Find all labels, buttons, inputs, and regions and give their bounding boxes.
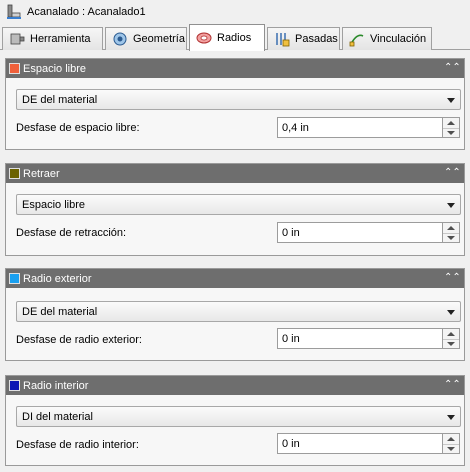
tab-label: Radios bbox=[217, 32, 252, 44]
radio-interior-offset-input[interactable]: 0 in bbox=[277, 433, 443, 454]
retraccion-offset-input[interactable]: 0 in bbox=[277, 222, 443, 243]
select-value: DE del material bbox=[22, 93, 98, 106]
spin-down-icon[interactable] bbox=[443, 233, 459, 243]
tab-label: Pasadas bbox=[295, 33, 338, 45]
panel-header[interactable]: Radio interior ⌃⌃ bbox=[6, 376, 464, 395]
panel-header[interactable]: Radio exterior ⌃⌃ bbox=[6, 269, 464, 288]
panel-radio-exterior: Radio exterior ⌃⌃ DE del material Desfas… bbox=[5, 268, 465, 361]
chevron-down-icon bbox=[447, 310, 455, 315]
espacio-libre-spinner[interactable] bbox=[443, 117, 460, 138]
tab-label: Geometría bbox=[133, 33, 185, 45]
panel-radio-interior: Radio interior ⌃⌃ DI del material Desfas… bbox=[5, 375, 465, 466]
geometry-icon bbox=[112, 31, 128, 47]
color-swatch bbox=[9, 63, 20, 74]
chevron-down-icon bbox=[447, 98, 455, 103]
spin-up-icon[interactable] bbox=[443, 118, 459, 128]
color-swatch bbox=[9, 380, 20, 391]
panel-retraer: Retraer ⌃⌃ Espacio libre Desfase de retr… bbox=[5, 163, 465, 256]
spin-up-icon[interactable] bbox=[443, 223, 459, 233]
spin-up-icon[interactable] bbox=[443, 434, 459, 444]
tab-label: Herramienta bbox=[30, 33, 91, 45]
select-value: DI del material bbox=[22, 410, 93, 423]
spin-down-icon[interactable] bbox=[443, 444, 459, 454]
field-label: Desfase de radio exterior: bbox=[16, 334, 142, 346]
espacio-libre-offset-input[interactable]: 0,4 in bbox=[277, 117, 443, 138]
color-swatch bbox=[9, 168, 20, 179]
spin-down-icon[interactable] bbox=[443, 339, 459, 349]
double-chevron-up-icon[interactable]: ⌃⌃ bbox=[444, 271, 461, 285]
tab-label: Vinculación bbox=[370, 33, 427, 45]
tab-geometria[interactable]: Geometría bbox=[105, 27, 187, 50]
chevron-down-icon bbox=[447, 415, 455, 420]
field-value: 0 in bbox=[282, 332, 300, 345]
field-value: 0,4 in bbox=[282, 121, 309, 134]
grooving-icon bbox=[6, 4, 22, 20]
select-value: DE del material bbox=[22, 305, 98, 318]
tab-herramienta[interactable]: Herramienta bbox=[2, 27, 103, 50]
tab-strip: Herramienta Geometría Radios Pasadas Vin… bbox=[0, 24, 470, 51]
color-swatch bbox=[9, 273, 20, 284]
window-title: Acanalado : Acanalado1 bbox=[27, 6, 146, 18]
panel-title: Retraer bbox=[23, 167, 60, 180]
field-value: 0 in bbox=[282, 226, 300, 239]
field-label: Desfase de espacio libre: bbox=[16, 122, 140, 134]
retraer-select[interactable]: Espacio libre bbox=[16, 194, 461, 215]
radio-interior-spinner[interactable] bbox=[443, 433, 460, 454]
panel-header[interactable]: Retraer ⌃⌃ bbox=[6, 164, 464, 183]
spin-up-icon[interactable] bbox=[443, 329, 459, 339]
double-chevron-up-icon[interactable]: ⌃⌃ bbox=[444, 378, 461, 392]
panel-header[interactable]: Espacio libre ⌃⌃ bbox=[6, 59, 464, 78]
select-value: Espacio libre bbox=[22, 198, 85, 211]
tab-pasadas[interactable]: Pasadas bbox=[267, 27, 340, 50]
tab-vinculacion[interactable]: Vinculación bbox=[342, 27, 432, 50]
window-titlebar: Acanalado : Acanalado1 bbox=[0, 0, 470, 24]
espacio-libre-select[interactable]: DE del material bbox=[16, 89, 461, 110]
double-chevron-up-icon[interactable]: ⌃⌃ bbox=[444, 166, 461, 180]
double-chevron-up-icon[interactable]: ⌃⌃ bbox=[444, 61, 461, 75]
radio-exterior-spinner[interactable] bbox=[443, 328, 460, 349]
tool-icon bbox=[9, 31, 25, 47]
panel-title: Radio interior bbox=[23, 379, 89, 392]
radio-interior-select[interactable]: DI del material bbox=[16, 406, 461, 427]
panel-title: Radio exterior bbox=[23, 272, 92, 285]
field-label: Desfase de retracción: bbox=[16, 227, 127, 239]
tab-radios[interactable]: Radios bbox=[189, 24, 265, 51]
field-label: Desfase de radio interior: bbox=[16, 439, 139, 451]
linking-icon bbox=[349, 31, 365, 47]
chevron-down-icon bbox=[447, 203, 455, 208]
field-value: 0 in bbox=[282, 437, 300, 450]
passes-icon bbox=[274, 31, 290, 47]
panel-title: Espacio libre bbox=[23, 62, 86, 75]
radii-icon bbox=[196, 30, 212, 46]
spin-down-icon[interactable] bbox=[443, 128, 459, 138]
retraccion-spinner[interactable] bbox=[443, 222, 460, 243]
panel-espacio-libre: Espacio libre ⌃⌃ DE del material Desfase… bbox=[5, 58, 465, 150]
radio-exterior-select[interactable]: DE del material bbox=[16, 301, 461, 322]
radio-exterior-offset-input[interactable]: 0 in bbox=[277, 328, 443, 349]
